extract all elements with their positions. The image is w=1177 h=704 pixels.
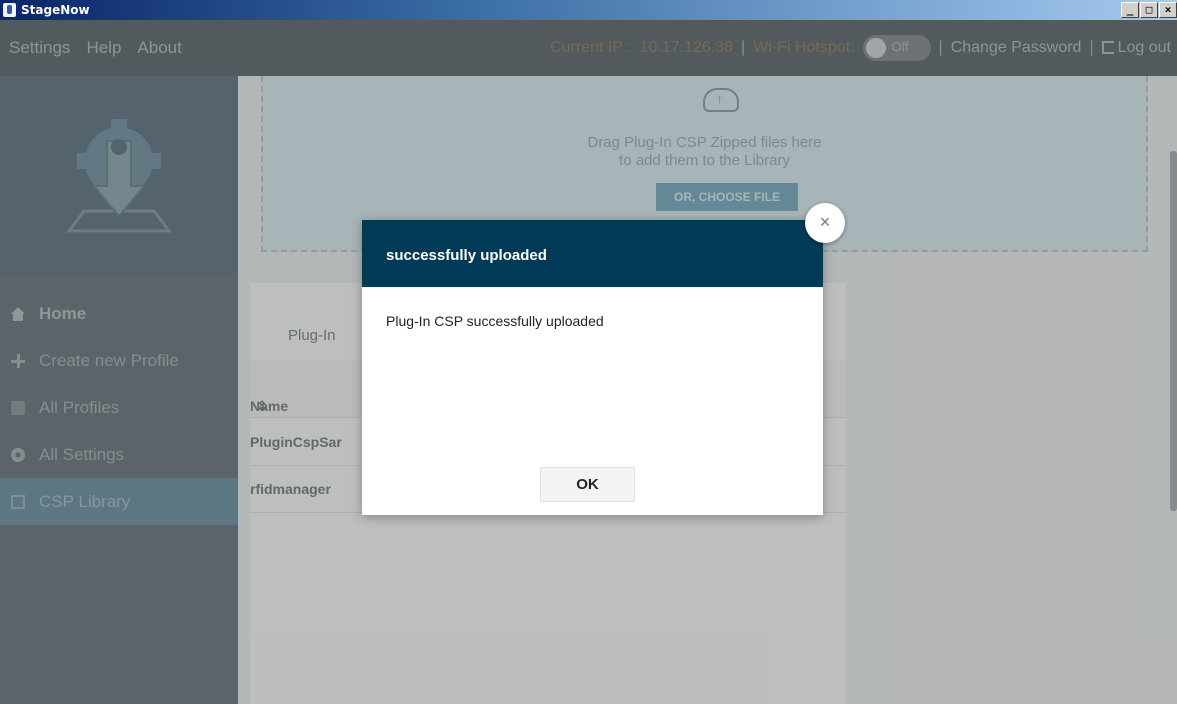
close-dialog-button[interactable]: × (805, 203, 845, 243)
window-titlebar: StageNow _ □ × (0, 0, 1177, 20)
app-icon (3, 3, 16, 17)
minimize-button[interactable]: _ (1121, 2, 1139, 18)
maximize-button[interactable]: □ (1140, 2, 1158, 18)
dialog-title: successfully uploaded (362, 220, 823, 287)
window-controls: _ □ × (1121, 2, 1177, 18)
window-title: StageNow (21, 3, 90, 17)
close-window-button[interactable]: × (1159, 2, 1177, 18)
upload-success-dialog: successfully uploaded Plug-In CSP succes… (362, 220, 823, 515)
ok-button[interactable]: OK (540, 467, 635, 502)
close-icon: × (819, 212, 831, 232)
dialog-message: Plug-In CSP successfully uploaded (386, 313, 604, 329)
